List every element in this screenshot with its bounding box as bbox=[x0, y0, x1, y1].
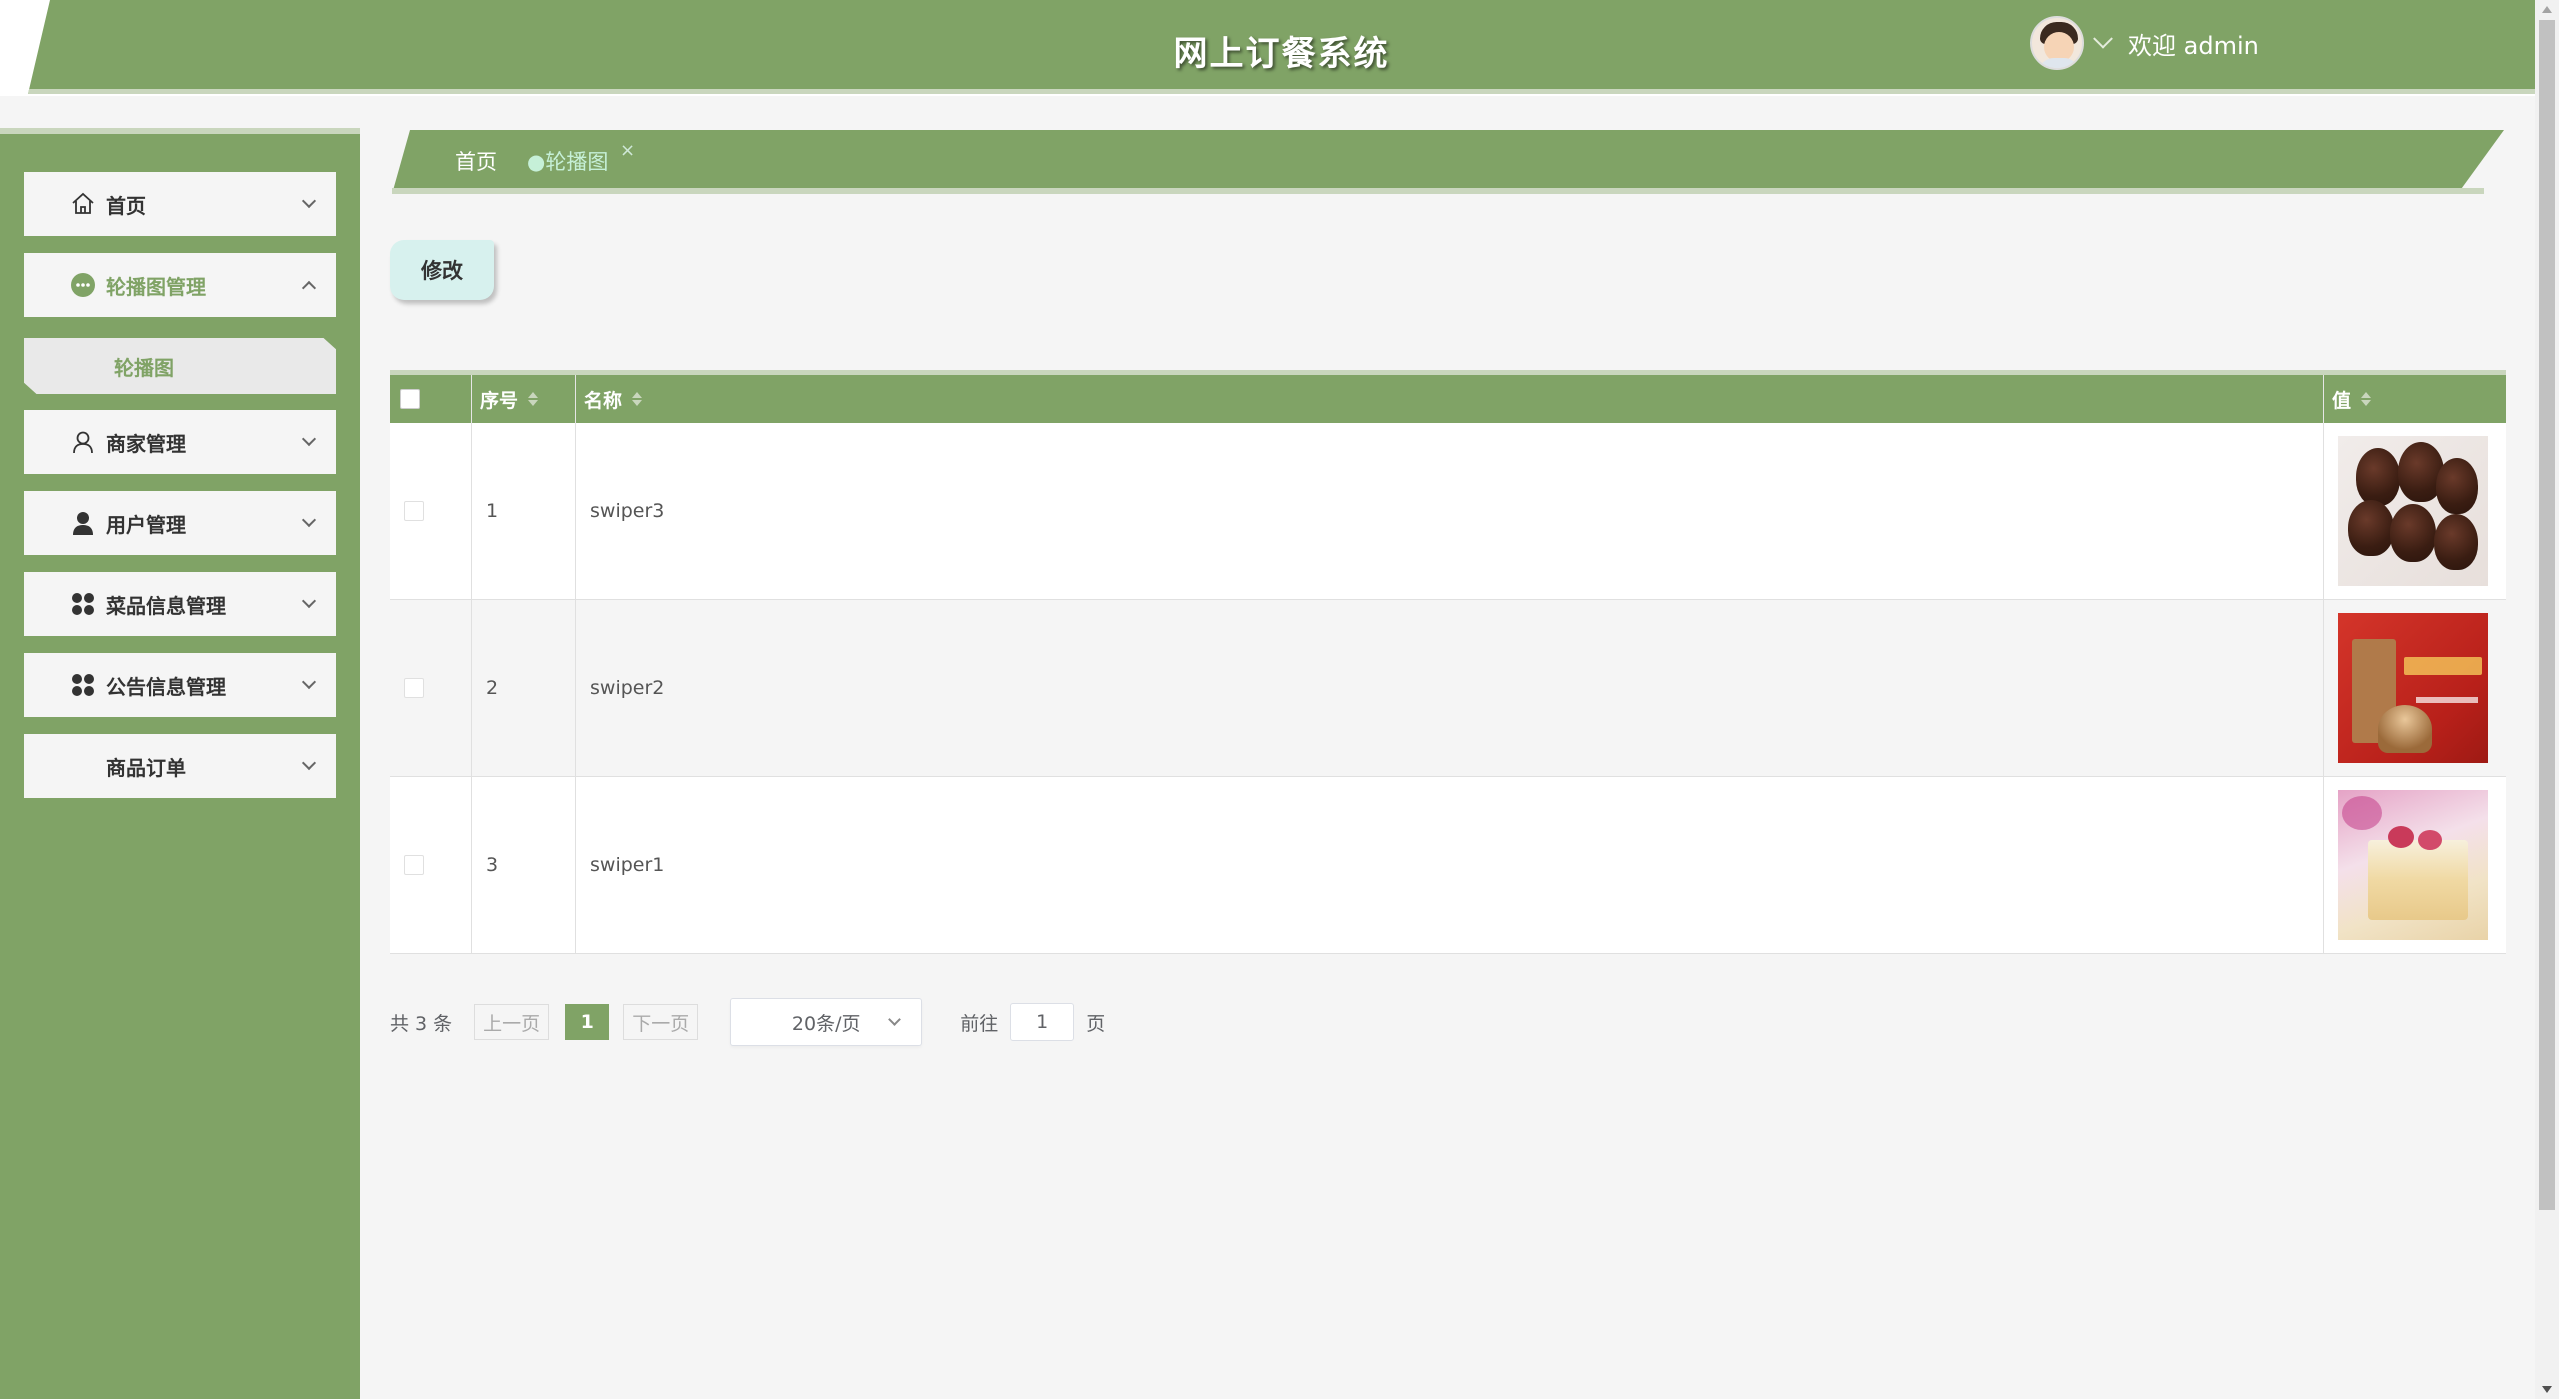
user-outline-icon bbox=[70, 429, 96, 455]
sidebar-subitem-carousel[interactable]: 轮播图 bbox=[24, 338, 336, 394]
sidebar-item-label: 商品订单 bbox=[106, 755, 186, 780]
chevron-down-icon[interactable] bbox=[2093, 28, 2113, 49]
table-row[interactable]: 2 swiper2 bbox=[390, 600, 2506, 777]
blank-icon bbox=[70, 753, 96, 779]
scroll-up-arrow-icon[interactable] bbox=[2542, 6, 2552, 13]
tags-bar-shadow bbox=[392, 188, 2484, 194]
page-size-select[interactable]: 20条/页 bbox=[730, 998, 923, 1046]
chevron-down-icon bbox=[301, 512, 317, 528]
welcome-text: 欢迎 admin bbox=[2128, 31, 2259, 60]
chevron-down-icon bbox=[888, 1013, 902, 1026]
app-header: 网上订餐系统 欢迎 admin bbox=[0, 0, 2535, 96]
header-check-cell bbox=[390, 375, 472, 423]
row-name: swiper2 bbox=[576, 600, 2324, 776]
page-number-current[interactable]: 1 bbox=[565, 1004, 610, 1040]
pagination: 共 3 条 上一页 1 下一页 20条/页 前往 页 bbox=[390, 998, 1105, 1046]
row-checkbox[interactable] bbox=[404, 855, 424, 875]
sidebar-item-users[interactable]: 用户管理 bbox=[24, 491, 336, 555]
chevron-up-icon bbox=[301, 280, 317, 296]
tag-carousel[interactable]: ●轮播图 bbox=[527, 146, 608, 176]
chevron-down-icon bbox=[301, 755, 317, 771]
sidebar-item-dishes[interactable]: 菜品信息管理 bbox=[24, 572, 336, 636]
select-all-checkbox[interactable] bbox=[400, 389, 420, 409]
tag-home[interactable]: 首页 bbox=[455, 146, 497, 176]
sidebar-item-label: 首页 bbox=[106, 193, 146, 218]
table-header: 序号 名称 值 bbox=[390, 375, 2506, 423]
user-menu[interactable]: 欢迎 admin bbox=[2030, 16, 2259, 70]
close-icon[interactable]: × bbox=[620, 140, 635, 161]
column-header-name[interactable]: 名称 bbox=[576, 375, 2324, 423]
grid-icon bbox=[70, 591, 96, 617]
sidebar-subitem-label: 轮播图 bbox=[114, 355, 174, 380]
sidebar-item-label: 轮播图管理 bbox=[106, 274, 206, 299]
edit-button[interactable]: 修改 bbox=[390, 240, 494, 300]
column-header-value[interactable]: 值 bbox=[2324, 375, 2506, 423]
home-icon bbox=[70, 191, 96, 217]
sidebar-item-label: 公告信息管理 bbox=[106, 674, 226, 699]
chevron-down-icon bbox=[301, 193, 317, 209]
more-circle-icon bbox=[70, 272, 96, 298]
tags-bar bbox=[392, 130, 2504, 194]
row-index: 1 bbox=[472, 423, 576, 599]
sidebar-item-orders[interactable]: 商品订单 bbox=[24, 734, 336, 798]
prev-page-button[interactable]: 上一页 bbox=[474, 1004, 550, 1040]
row-index: 3 bbox=[472, 777, 576, 953]
sidebar-item-merchants[interactable]: 商家管理 bbox=[24, 410, 336, 474]
avatar[interactable] bbox=[2030, 16, 2084, 70]
row-index: 2 bbox=[472, 600, 576, 776]
row-name: swiper1 bbox=[576, 777, 2324, 953]
carousel-image-thumbnail[interactable] bbox=[2338, 790, 2488, 940]
page-unit-label: 页 bbox=[1086, 1012, 1106, 1035]
row-checkbox[interactable] bbox=[404, 501, 424, 521]
next-page-button[interactable]: 下一页 bbox=[623, 1004, 699, 1040]
scroll-thumb[interactable] bbox=[2539, 20, 2555, 1210]
sort-icon[interactable] bbox=[528, 391, 539, 407]
sidebar-item-notices[interactable]: 公告信息管理 bbox=[24, 653, 336, 717]
sort-icon[interactable] bbox=[2361, 391, 2372, 407]
sidebar-item-label: 菜品信息管理 bbox=[106, 593, 226, 618]
sidebar-item-carousel[interactable]: 轮播图管理 bbox=[24, 253, 336, 317]
row-name: swiper3 bbox=[576, 423, 2324, 599]
carousel-table: 序号 名称 值 1 swiper3 2 swiper2 3 swiper1 bbox=[390, 370, 2506, 954]
goto-label: 前往 bbox=[960, 1012, 999, 1035]
total-count: 共 3 条 bbox=[390, 1012, 453, 1035]
chevron-down-icon bbox=[301, 593, 317, 609]
chevron-down-icon bbox=[301, 431, 317, 447]
goto-page-input[interactable] bbox=[1010, 1003, 1075, 1041]
grid-icon bbox=[70, 672, 96, 698]
sort-icon[interactable] bbox=[632, 391, 643, 407]
carousel-image-thumbnail[interactable] bbox=[2338, 436, 2488, 586]
vertical-scrollbar[interactable] bbox=[2535, 0, 2559, 1399]
table-row[interactable]: 1 swiper3 bbox=[390, 423, 2506, 600]
chevron-down-icon bbox=[301, 674, 317, 690]
carousel-image-thumbnail[interactable] bbox=[2338, 613, 2488, 763]
scroll-down-arrow-icon[interactable] bbox=[2542, 1386, 2552, 1393]
sidebar-item-label: 商家管理 bbox=[106, 431, 186, 456]
sidebar-item-label: 用户管理 bbox=[106, 512, 186, 537]
user-solid-icon bbox=[70, 510, 96, 536]
sidebar-item-home[interactable]: 首页 bbox=[24, 172, 336, 236]
row-checkbox[interactable] bbox=[404, 678, 424, 698]
table-row[interactable]: 3 swiper1 bbox=[390, 777, 2506, 954]
column-header-index[interactable]: 序号 bbox=[472, 375, 576, 423]
